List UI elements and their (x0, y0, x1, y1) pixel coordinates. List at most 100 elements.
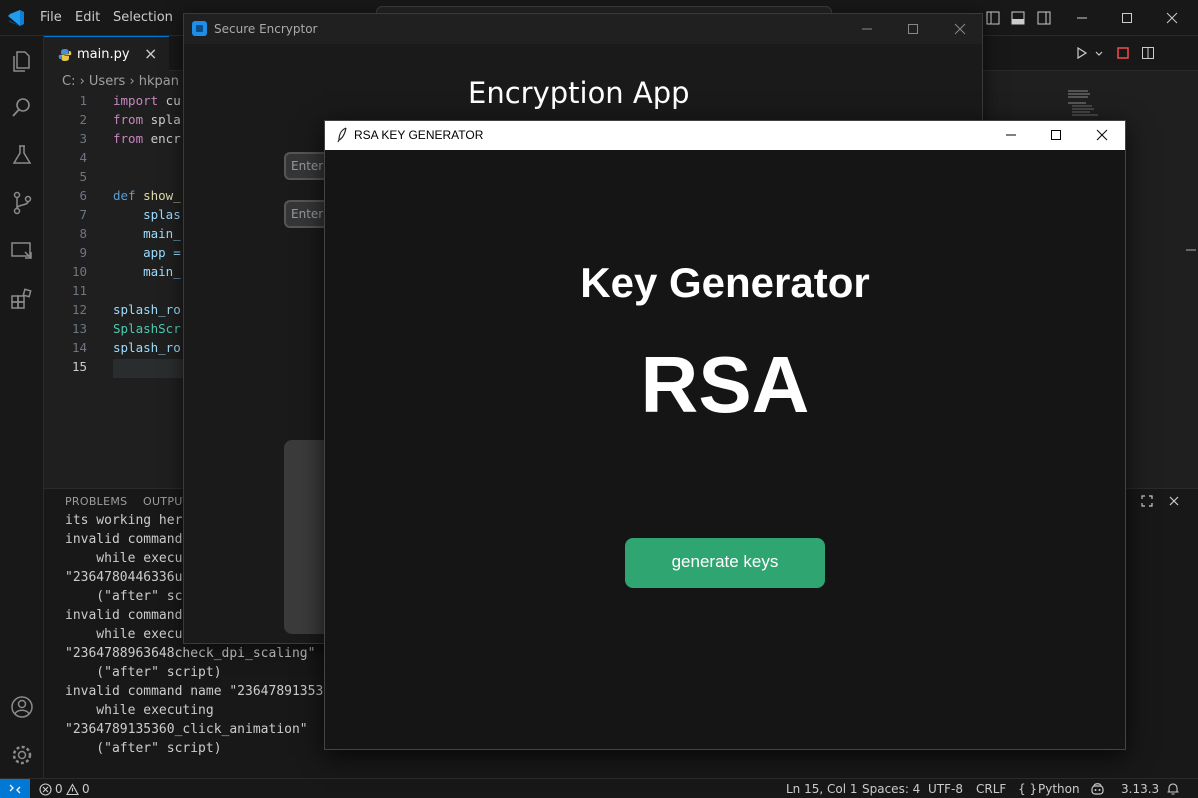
code-line[interactable]: app = (113, 245, 181, 260)
key-generator-heading: Key Generator (580, 259, 870, 306)
breadcrumb[interactable]: C: › Users › hkpan › (62, 74, 188, 89)
run-python-icon[interactable] (1075, 46, 1089, 60)
desktop-screen: File Edit Selection main.py × C: › Users… (0, 0, 1198, 798)
code-line[interactable]: SplashScr (113, 321, 181, 336)
line-number: 15 (71, 359, 87, 374)
output-line: ("after" script) (65, 741, 222, 756)
rsa-key-generator-window: RSA KEY GENERATOR Key Generator RSA gene… (324, 120, 1126, 750)
output-line: ("after" scr (65, 589, 191, 604)
toggle-panel-icon[interactable] (1010, 10, 1026, 26)
warnings-count[interactable]: 0 (82, 782, 90, 796)
code-line[interactable]: main_ (113, 264, 181, 279)
language-braces-icon: { } (1018, 782, 1038, 796)
code-token: cu (158, 93, 181, 108)
code-token: splash_ro (113, 302, 181, 317)
vscode-logo-icon (8, 10, 24, 26)
line-number: 10 (71, 264, 87, 279)
remote-explorer-icon[interactable] (9, 238, 35, 264)
code-token: from (113, 131, 144, 146)
status-bar: 0 0 Ln 15, Col 1 Spaces: 4 UTF-8 CRLF { … (0, 778, 1198, 798)
code-token: from (113, 112, 144, 127)
menu-file[interactable]: File (40, 10, 62, 25)
source-control-icon[interactable] (9, 190, 35, 216)
code-line[interactable]: def show_ (113, 188, 181, 203)
line-number: 12 (71, 302, 87, 317)
extensions-icon[interactable] (9, 286, 35, 312)
line-number: 14 (71, 340, 87, 355)
remote-icon (9, 784, 21, 794)
output-line: "2364789135360_click_animation" (65, 722, 308, 737)
code-line[interactable]: main_ (113, 226, 181, 241)
encryption-app-heading: Encryption App (468, 76, 690, 110)
line-number: 3 (79, 131, 87, 146)
panel-tab-problems[interactable]: PROBLEMS (65, 495, 127, 508)
tab-main-py[interactable]: main.py × (44, 36, 169, 71)
algorithm-label: RSA (640, 340, 810, 429)
notifications-bell-icon[interactable] (1166, 782, 1180, 796)
line-number: 9 (79, 245, 87, 260)
code-line[interactable]: import cu (113, 93, 181, 108)
remote-indicator[interactable] (0, 779, 30, 798)
line-number: 8 (79, 226, 87, 241)
rsa-minimize-icon[interactable] (1003, 127, 1019, 143)
search-icon[interactable] (9, 94, 35, 120)
output-line: "2364788963648check_dpi_scaling" (65, 646, 316, 661)
code-line[interactable]: splas (113, 207, 181, 222)
warning-icon (66, 783, 79, 796)
code-token: splas (113, 207, 181, 222)
copilot-icon[interactable] (1090, 782, 1105, 796)
rsa-title-bar[interactable]: RSA KEY GENERATOR (325, 121, 1125, 150)
secure-encryptor-title-bar[interactable]: Secure Encryptor (184, 14, 982, 44)
stop-icon[interactable] (1116, 46, 1130, 60)
code-token: splash_ro (113, 340, 181, 355)
python-file-icon (58, 49, 72, 61)
menu-edit[interactable]: Edit (75, 10, 100, 25)
app-icon (192, 21, 207, 36)
menu-selection[interactable]: Selection (113, 10, 173, 25)
close-panel-icon[interactable] (1167, 494, 1181, 508)
code-token: SplashScr (113, 321, 181, 336)
generate-keys-button[interactable]: generate keys (625, 538, 825, 588)
rsa-maximize-icon[interactable] (1048, 127, 1064, 143)
code-line[interactable]: from encr (113, 131, 181, 146)
output-line: "2364780446336up (65, 570, 191, 585)
minimize-icon[interactable] (860, 22, 874, 36)
python-version[interactable]: 3.13.3 (1121, 782, 1159, 796)
code-token: def (113, 188, 136, 203)
explorer-icon[interactable] (9, 48, 35, 74)
code-line[interactable]: splash_ro (113, 340, 181, 355)
vscode-maximize-icon[interactable] (1118, 9, 1136, 27)
split-editor-icon[interactable] (1141, 46, 1155, 60)
maximize-panel-icon[interactable] (1140, 494, 1154, 508)
vscode-close-icon[interactable] (1163, 9, 1181, 27)
run-chevron-down-icon[interactable] (1094, 49, 1104, 59)
output-line: its working here (65, 513, 191, 528)
tab-close-icon[interactable]: × (144, 46, 158, 62)
code-token: main_ (113, 226, 181, 241)
tab-label: main.py (77, 47, 130, 62)
end-of-line[interactable]: CRLF (976, 782, 1006, 796)
settings-gear-icon[interactable] (9, 742, 35, 768)
code-line[interactable]: from spla (113, 112, 181, 127)
language-mode[interactable]: Python (1038, 782, 1080, 796)
problems-count[interactable]: 0 (55, 782, 63, 796)
toggle-secondary-sidebar-icon[interactable] (1036, 10, 1052, 26)
vscode-minimize-icon[interactable] (1073, 9, 1091, 27)
toggle-sidebar-icon[interactable] (985, 10, 1001, 26)
code-token: spla (143, 112, 181, 127)
code-line[interactable]: splash_ro (113, 302, 181, 317)
accounts-icon[interactable] (9, 694, 35, 720)
window-title: Secure Encryptor (214, 22, 318, 36)
encoding[interactable]: UTF-8 (928, 782, 963, 796)
line-number: 6 (79, 188, 87, 203)
cursor-position[interactable]: Ln 15, Col 1 (786, 782, 858, 796)
maximize-icon[interactable] (906, 22, 920, 36)
line-number: 7 (79, 207, 87, 222)
close-icon[interactable] (953, 22, 967, 36)
error-icon (39, 783, 52, 796)
line-number: 5 (79, 169, 87, 184)
code-token: show_ (135, 188, 181, 203)
rsa-close-icon[interactable] (1094, 127, 1110, 143)
indentation[interactable]: Spaces: 4 (862, 782, 920, 796)
testing-flask-icon[interactable] (9, 142, 35, 168)
